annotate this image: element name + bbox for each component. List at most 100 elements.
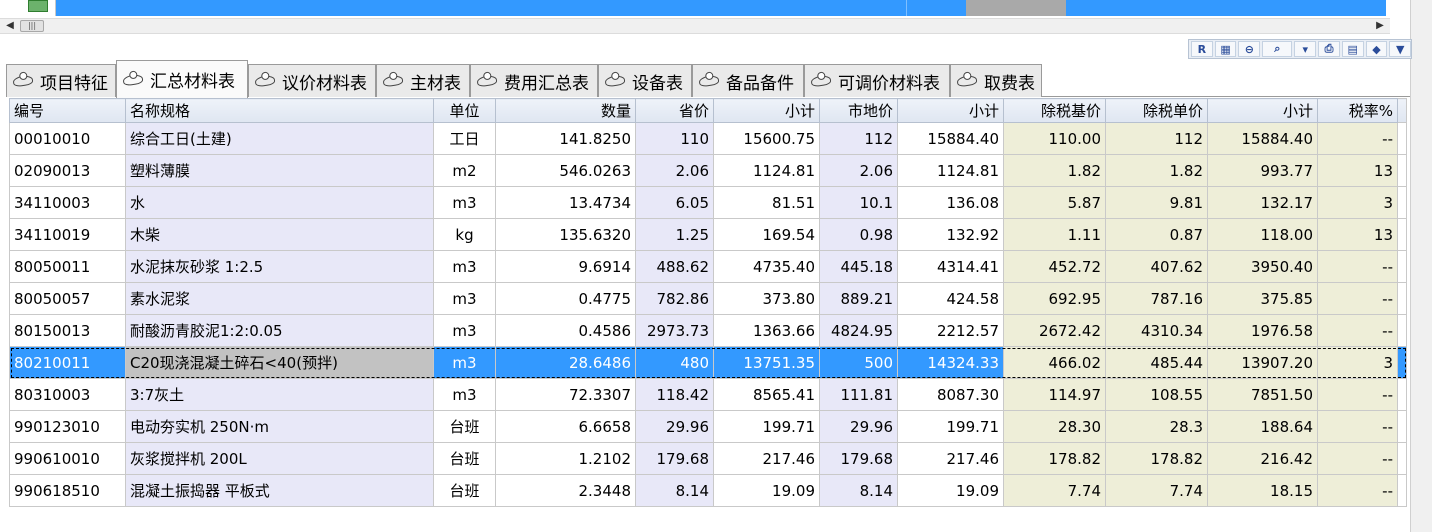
grid-icon[interactable]: ▦: [1214, 41, 1237, 57]
cell-tax-rate[interactable]: 3: [1317, 186, 1398, 219]
cell-code[interactable]: 990123010: [9, 410, 126, 443]
scroll-left-arrow-icon[interactable]: ◀: [2, 19, 18, 33]
cell-tax-rate[interactable]: 3: [1317, 346, 1398, 379]
cell-provincial-price[interactable]: 782.86: [635, 282, 714, 315]
cell-tax-rate[interactable]: --: [1317, 410, 1398, 443]
table-row[interactable]: 80050057 素水泥浆 m3 0.4775 782.86 373.80 889.21 42…: [9, 282, 1407, 315]
cell-subtotal-1[interactable]: 4735.40: [713, 250, 820, 283]
cell-quantity[interactable]: 141.8250: [495, 122, 636, 155]
cell-subtotal-2[interactable]: 136.08: [897, 186, 1004, 219]
cell-code[interactable]: 990618510: [9, 474, 126, 507]
cell-name[interactable]: 水泥抹灰砂浆 1:2.5: [125, 250, 434, 283]
cell-tax-rate[interactable]: 13: [1317, 154, 1398, 187]
cell-subtotal-1[interactable]: 8565.41: [713, 378, 820, 411]
cell-name[interactable]: 综合工日(土建): [125, 122, 434, 155]
scroll-right-arrow-icon[interactable]: ▶: [1372, 19, 1388, 33]
cell-unit[interactable]: m2: [433, 154, 496, 187]
cell-subtotal-3[interactable]: 375.85: [1207, 282, 1318, 315]
cell-name[interactable]: 灰浆搅拌机 200L: [125, 442, 434, 475]
cell-pretax-unit-price[interactable]: 4310.34: [1105, 314, 1208, 347]
cell-code[interactable]: 00010010: [9, 122, 126, 155]
cell-pretax-unit-price[interactable]: 108.55: [1105, 378, 1208, 411]
cell-tax-rate[interactable]: --: [1317, 282, 1398, 315]
cell-subtotal-3[interactable]: 1976.58: [1207, 314, 1318, 347]
cell-name[interactable]: 3:7灰土: [125, 378, 434, 411]
cell-quantity[interactable]: 6.6658: [495, 410, 636, 443]
cell-subtotal-2[interactable]: 1124.81: [897, 154, 1004, 187]
tab-fee-rates[interactable]: 取费表: [950, 64, 1042, 97]
cell-name[interactable]: 塑料薄膜: [125, 154, 434, 187]
cell-unit[interactable]: m3: [433, 250, 496, 283]
cell-provincial-price[interactable]: 118.42: [635, 378, 714, 411]
cell-pretax-base-price[interactable]: 452.72: [1003, 250, 1106, 283]
column-header-subtotal-1[interactable]: 小计: [713, 98, 820, 123]
column-header-provincial-price[interactable]: 省价: [635, 98, 714, 123]
cell-provincial-price[interactable]: 110: [635, 122, 714, 155]
tab-project-features[interactable]: 项目特征: [6, 64, 116, 97]
cell-provincial-price[interactable]: 8.14: [635, 474, 714, 507]
table-row[interactable]: 80050011 水泥抹灰砂浆 1:2.5 m3 9.6914 488.62 4735.4…: [9, 250, 1407, 283]
cell-subtotal-2[interactable]: 8087.30: [897, 378, 1004, 411]
cell-city-price[interactable]: 500: [819, 346, 898, 379]
options-icon[interactable]: ▼: [1389, 41, 1412, 57]
cell-code[interactable]: 02090013: [9, 154, 126, 187]
table-row[interactable]: 34110003 水 m3 13.4734 6.05 81.51 10.1 136.08 5.8…: [9, 186, 1407, 219]
cell-pretax-unit-price[interactable]: 407.62: [1105, 250, 1208, 283]
cell-subtotal-2[interactable]: 217.46: [897, 442, 1004, 475]
cell-provincial-price[interactable]: 29.96: [635, 410, 714, 443]
print-preview-icon[interactable]: ▤: [1341, 41, 1364, 57]
cell-code[interactable]: 34110003: [9, 186, 126, 219]
cell-code[interactable]: 80050011: [9, 250, 126, 283]
column-header-code[interactable]: 编号: [9, 98, 126, 123]
link-icon[interactable]: ⊖: [1238, 41, 1261, 57]
cell-name[interactable]: C20现浇混凝土碎石<40(预拌): [125, 346, 434, 379]
cell-subtotal-1[interactable]: 169.54: [713, 218, 820, 251]
cell-pretax-base-price[interactable]: 178.82: [1003, 442, 1106, 475]
cell-subtotal-1[interactable]: 1124.81: [713, 154, 820, 187]
cell-unit[interactable]: 台班: [433, 410, 496, 443]
cell-provincial-price[interactable]: 480: [635, 346, 714, 379]
cell-subtotal-2[interactable]: 199.71: [897, 410, 1004, 443]
cell-unit[interactable]: 台班: [433, 474, 496, 507]
cell-subtotal-3[interactable]: 188.64: [1207, 410, 1318, 443]
print-icon[interactable]: ⎙: [1318, 41, 1340, 57]
cell-quantity[interactable]: 13.4734: [495, 186, 636, 219]
cell-code[interactable]: 80050057: [9, 282, 126, 315]
cell-city-price[interactable]: 4824.95: [819, 314, 898, 347]
cell-city-price[interactable]: 10.1: [819, 186, 898, 219]
cell-unit[interactable]: kg: [433, 218, 496, 251]
cell-pretax-base-price[interactable]: 466.02: [1003, 346, 1106, 379]
column-header-subtotal-3[interactable]: 小计: [1207, 98, 1318, 123]
cell-subtotal-3[interactable]: 993.77: [1207, 154, 1318, 187]
cell-quantity[interactable]: 135.6320: [495, 218, 636, 251]
cell-pretax-unit-price[interactable]: 787.16: [1105, 282, 1208, 315]
table-row[interactable]: 80210011 C20现浇混凝土碎石<40(预拌) m3 28.6486 480 137…: [9, 346, 1407, 379]
column-header-name[interactable]: 名称规格: [125, 98, 434, 123]
cell-pretax-base-price[interactable]: 1.11: [1003, 218, 1106, 251]
export-icon[interactable]: ◆: [1365, 41, 1388, 57]
cell-subtotal-3[interactable]: 18.15: [1207, 474, 1318, 507]
search-icon[interactable]: ⌕: [1262, 41, 1293, 57]
cell-quantity[interactable]: 9.6914: [495, 250, 636, 283]
cell-code[interactable]: 80150013: [9, 314, 126, 347]
scrollbar-thumb[interactable]: |||: [20, 20, 44, 32]
cell-subtotal-2[interactable]: 15884.40: [897, 122, 1004, 155]
cell-subtotal-1[interactable]: 81.51: [713, 186, 820, 219]
cell-pretax-unit-price[interactable]: 28.3: [1105, 410, 1208, 443]
cell-unit[interactable]: 台班: [433, 442, 496, 475]
cell-tax-rate[interactable]: --: [1317, 314, 1398, 347]
cell-tax-rate[interactable]: --: [1317, 378, 1398, 411]
cell-quantity[interactable]: 546.0263: [495, 154, 636, 187]
cell-subtotal-1[interactable]: 199.71: [713, 410, 820, 443]
cell-code[interactable]: 990610010: [9, 442, 126, 475]
cell-name[interactable]: 素水泥浆: [125, 282, 434, 315]
cell-code[interactable]: 80310003: [9, 378, 126, 411]
cell-tax-rate[interactable]: 13: [1317, 218, 1398, 251]
cell-unit[interactable]: m3: [433, 378, 496, 411]
cell-subtotal-3[interactable]: 3950.40: [1207, 250, 1318, 283]
cell-subtotal-1[interactable]: 373.80: [713, 282, 820, 315]
cell-pretax-unit-price[interactable]: 7.74: [1105, 474, 1208, 507]
r-icon[interactable]: R: [1191, 41, 1213, 57]
horizontal-scrollbar[interactable]: ◀ ||| ▶: [0, 18, 1390, 34]
cell-quantity[interactable]: 28.6486: [495, 346, 636, 379]
